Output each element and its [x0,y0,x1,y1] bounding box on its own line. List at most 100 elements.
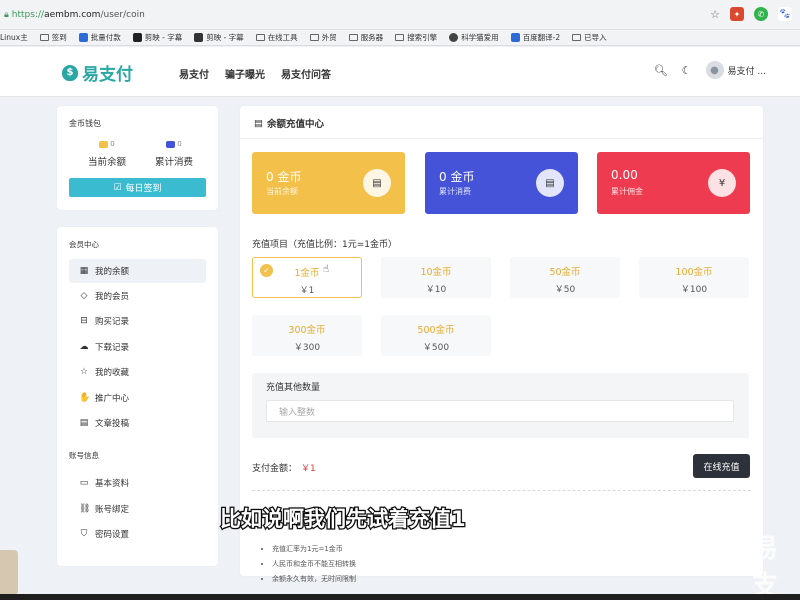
newspaper-icon: ▤ [79,418,89,428]
id-card-icon: ▭ [79,478,89,488]
daily-checkin-button[interactable]: ☑ 每日签到 [69,178,206,197]
sidebar-item-membership[interactable]: ◇ 我的会员 [69,284,206,308]
balance-card-spent: 0 金币 累计消费 ▤ [425,152,578,214]
sidebar-item-balance[interactable]: ▦ 我的余额 [69,259,206,283]
site-icon [132,33,142,42]
custom-amount-input[interactable]: 输入整数 [266,400,734,422]
check-circle-icon: ✓ [260,264,273,277]
balance-card-commission: 0.00 累计佣金 ¥ [597,152,750,214]
yen-icon: ¥ [708,169,736,197]
balance-card-current: 0 金币 当前余额 ▤ [252,152,405,214]
dashed-divider [252,490,751,491]
folder-icon [572,34,582,41]
bookmark-item[interactable]: 剪映 - 字幕 [194,32,244,43]
recharge-option-50[interactable]: 50金币 ￥50 [510,257,620,298]
section-title-member: 会员中心 [69,240,99,249]
bookmark-item[interactable]: Linux主 [0,32,28,43]
sidebar-item-submit-article[interactable]: ▤ 文章投稿 [69,411,206,435]
search-icon[interactable]: 🔍︎ [654,64,668,77]
extension-icon-paw[interactable]: 🐾︎ [778,7,792,21]
user-menu[interactable]: ● 易支付 ... [705,61,766,79]
url-host: aembm.com [44,9,101,20]
taskbar-strip [0,594,800,600]
sidebar-item-password[interactable]: ⛉ 密码设置 [69,522,206,546]
bookmark-item[interactable]: 服务器 [348,32,383,43]
nav-link-home[interactable]: 易支付 [179,66,209,81]
folder-icon [39,34,49,41]
folder-icon [395,34,405,41]
video-subtitle: 比如说啊我们先试着充值1 [219,506,467,533]
section-title-account: 账号信息 [69,451,99,460]
coin-stack-icon: ▤ [536,169,564,197]
pay-amount-row: 支付金额： ￥1 [252,464,316,474]
sidebar-item-account-binding[interactable]: ⛓ 账号绑定 [69,497,206,521]
money-bag-icon: $ [62,64,78,81]
custom-amount-panel: 充值其他数量 输入整数 [252,373,749,438]
sidebar-item-promotion[interactable]: ✋ 推广中心 [69,386,206,410]
coin-stack-icon: ▤ [363,169,391,197]
current-balance-stat: 0 当前余额 [87,140,126,168]
basket-icon: ⊟ [80,316,88,326]
custom-amount-label: 充值其他数量 [266,383,321,393]
extension-icon-red[interactable]: ✦ [730,7,744,21]
cloud-download-icon: ☁ [79,342,89,352]
star-icon[interactable]: ☆ [710,8,720,21]
bookmark-item[interactable]: 在线工具 [255,32,298,43]
site-icon [449,33,459,42]
recharge-notes: 充值汇率为1元=1金币 人民币和金币不能互相转换 余额永久有效，无时间限制 [264,542,356,587]
url-scheme: https:// [11,9,45,20]
total-spent-stat: 0 累计消费 [154,140,193,168]
divider [240,138,763,139]
pay-amount-value: ￥1 [301,464,316,474]
folder-icon [255,34,265,41]
bookmark-item[interactable]: 批量付款 [78,32,121,43]
lock-icon: 🔒︎ [4,9,9,20]
sidebar-item-profile[interactable]: ▭ 基本资料 [69,471,206,495]
bookmark-item[interactable]: 签到 [39,32,67,43]
recharge-option-500[interactable]: 500金币 ￥500 [381,315,491,356]
main-nav: 易支付 骗子曝光 易支付问答 [179,66,331,81]
extension-icon-green[interactable]: ✆ [754,7,768,21]
online-recharge-button[interactable]: 在线充值 [693,454,750,478]
bookmark-item[interactable]: 搜索引擎 [395,32,437,43]
folder-icon [348,34,358,41]
link-icon: ⛓ [79,504,91,514]
presenter-thumbnail [0,550,18,595]
shield-icon: ⛉ [80,529,88,539]
address-bar[interactable]: 🔒︎ https:// aembm.com /user/coin [4,10,145,20]
wallet-card: 金币钱包 0 当前余额 0 累计消费 ☑ 每日签到 [57,106,218,210]
browser-toolbar: 🔒︎ https:// aembm.com /user/coin ☆ ✦ ✆ 🐾… [0,0,800,30]
star-icon: ☆ [79,367,89,377]
watermark-text: 易支 [752,534,779,600]
bookmark-item[interactable]: 科学猫爱用 [449,32,499,43]
sidebar-item-favorites[interactable]: ☆ 我的收藏 [69,360,206,384]
sidebar-item-purchases[interactable]: ⊟ 购买记录 [69,309,206,333]
recharge-option-1[interactable]: ✓ 1金币 ￥1 ☝ [252,257,362,298]
site-icon [510,33,520,42]
calendar-check-icon: ☑ [113,182,122,193]
site-icon [194,33,204,42]
sidebar-item-downloads[interactable]: ☁ 下载记录 [69,335,206,359]
wallet-title: 金币钱包 [69,119,101,128]
folder-icon [309,34,319,41]
nav-link-scam-exposure[interactable]: 骗子曝光 [225,66,265,81]
coin-icon [166,140,176,148]
avatar: ● [705,61,724,79]
coin-stack-icon: ▤ [254,117,263,129]
diamond-icon: ◇ [80,291,88,301]
recharge-option-10[interactable]: 10金币 ￥10 [381,257,491,298]
bookmark-item[interactable]: 外贸 [309,32,337,43]
bookmark-item[interactable]: 百度翻译-2 [510,32,560,43]
bookmarks-bar: Linux主 签到 批量付款 剪映 - 字幕 剪映 - 字幕 在线工具 外贸 服… [0,30,800,46]
hand-coin-icon: ✋ [79,393,91,403]
recharge-option-300[interactable]: 300金币 ￥300 [252,315,362,356]
dark-mode-icon[interactable]: ☾ [682,64,692,77]
coins-icon: ▦ [79,266,89,276]
recharge-option-100[interactable]: 100金币 ￥100 [639,257,749,298]
bookmark-item[interactable]: 已导入 [572,32,607,43]
site-logo[interactable]: $ 易支付 [62,60,133,85]
bookmark-item[interactable]: 剪映 - 字幕 [132,32,182,43]
nav-link-faq[interactable]: 易支付问答 [281,66,331,81]
url-path: /user/coin [100,9,145,20]
page-title: ▤ 余额充值中心 [254,117,324,131]
